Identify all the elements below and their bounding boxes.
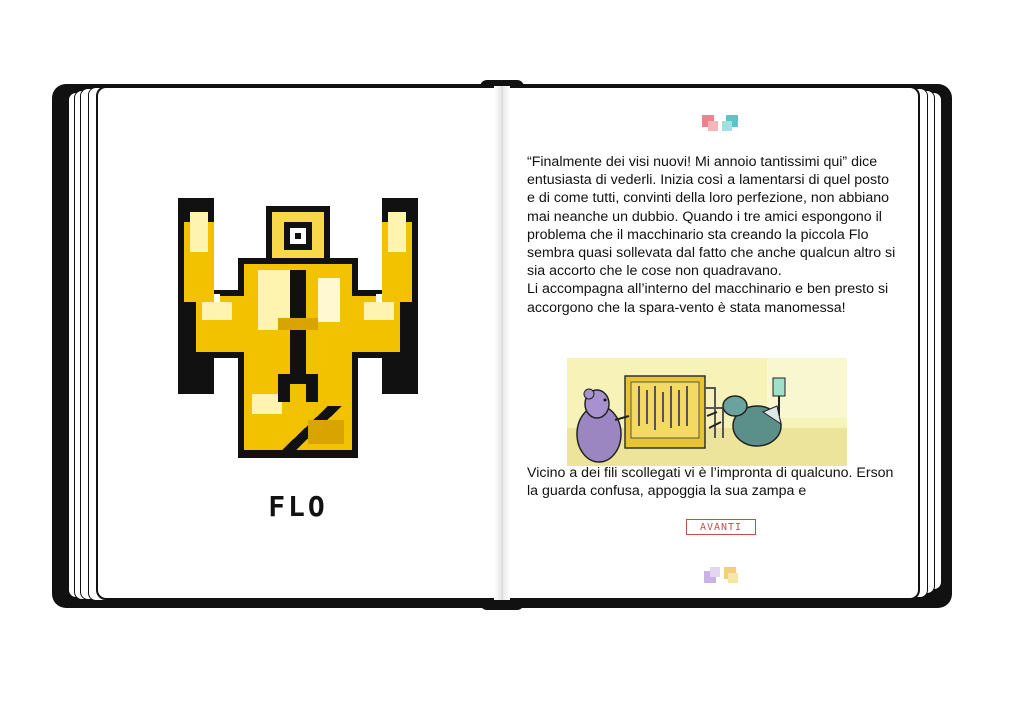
flo-pixel-portrait-icon — [178, 198, 418, 458]
book-gutter — [494, 86, 510, 600]
top-ornament-icon — [700, 113, 740, 137]
story-text-continued: Vicino a dei fili scollegati vi è l’impr… — [527, 465, 894, 500]
next-page-button[interactable]: AVANTI — [686, 519, 756, 535]
bottom-ornament-icon — [700, 565, 740, 589]
story-text: “Finalmente dei visi nuovi! Mi annoio ta… — [527, 153, 899, 317]
story-illustration — [567, 358, 847, 466]
story-paragraph: “Finalmente dei visi nuovi! Mi annoio ta… — [527, 154, 896, 280]
character-name: FLO — [268, 490, 328, 523]
story-paragraph: Li accompagna all’interno del macchinari… — [527, 281, 889, 316]
